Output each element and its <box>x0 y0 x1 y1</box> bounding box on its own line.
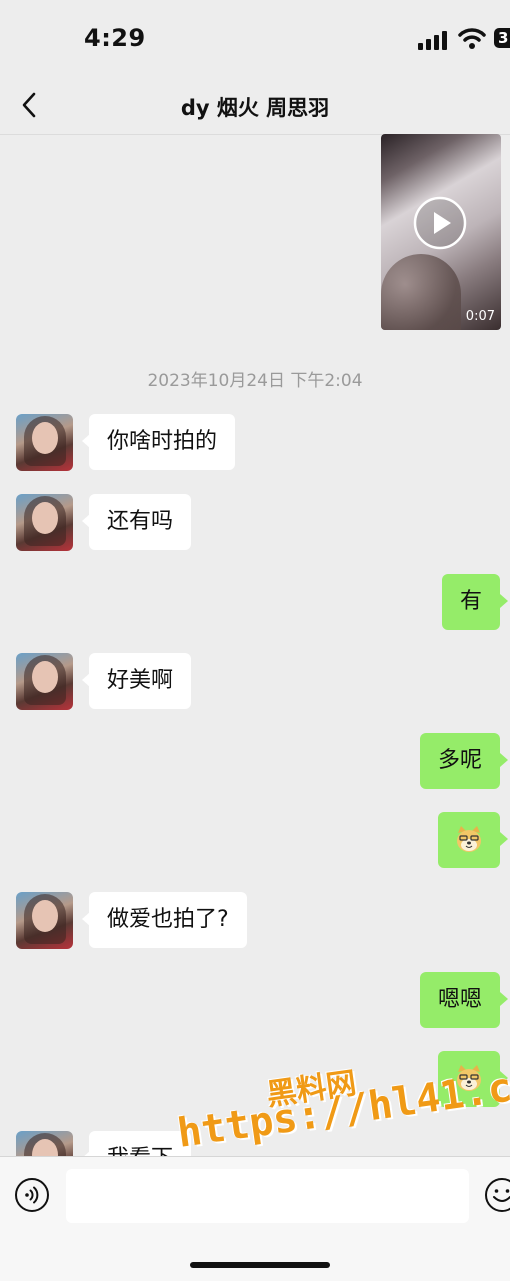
contact-avatar[interactable] <box>16 653 73 710</box>
battery-icon: 3 <box>494 28 510 48</box>
outgoing-emoji-message[interactable] <box>438 812 508 868</box>
video-duration: 0:07 <box>465 309 495 324</box>
chat-header: dy 烟火 周思羽 <box>0 80 510 135</box>
message-timestamp: 2023年10月24日 下午2:04 <box>147 371 363 391</box>
outgoing-message[interactable]: 多呢 <box>419 733 509 789</box>
incoming-message[interactable]: 你啥时拍的 <box>81 414 236 470</box>
incoming-message[interactable]: 还有吗 <box>81 494 192 550</box>
contact-avatar[interactable] <box>16 494 73 551</box>
cellular-signal-icon <box>418 31 447 50</box>
play-icon[interactable] <box>413 196 467 250</box>
wifi-icon <box>458 28 486 49</box>
incoming-message[interactable]: 做爱也拍了? <box>82 892 247 948</box>
outgoing-message[interactable]: 有 <box>441 574 509 630</box>
doge-emoji-icon <box>457 826 481 852</box>
outgoing-message[interactable]: 嗯嗯 <box>419 972 509 1028</box>
contact-avatar[interactable] <box>16 892 73 949</box>
home-indicator <box>190 1262 330 1268</box>
incoming-message[interactable]: 好美啊 <box>81 653 192 709</box>
chat-title: dy 烟火 周思羽 <box>180 96 330 120</box>
emoji-picker-icon[interactable] <box>484 1177 510 1213</box>
voice-input-icon[interactable] <box>14 1177 50 1213</box>
video-message[interactable]: 0:07 <box>381 134 501 330</box>
status-time: 4:29 <box>84 24 146 52</box>
status-bar: 4:29 3 <box>0 0 510 80</box>
contact-avatar[interactable] <box>16 414 73 471</box>
message-input[interactable] <box>66 1169 469 1223</box>
video-thumbnail <box>381 254 461 330</box>
